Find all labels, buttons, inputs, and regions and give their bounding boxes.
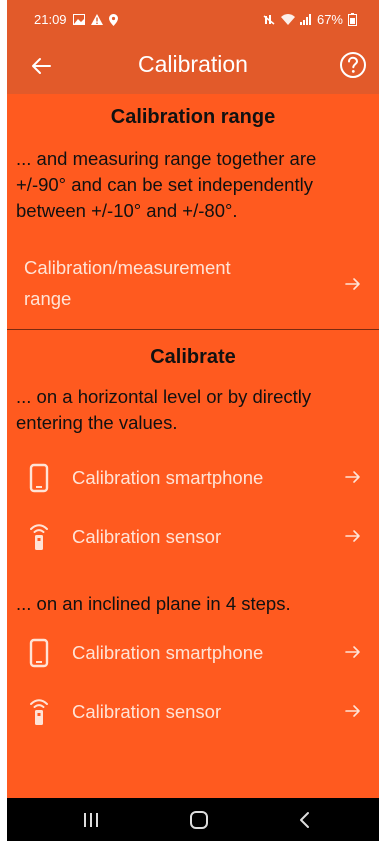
mute-icon xyxy=(263,15,275,25)
arrow-right-icon xyxy=(345,646,360,658)
app-frame: 21:09 67% Calibration Calibration range … xyxy=(7,0,379,841)
status-bar: 21:09 67% xyxy=(7,0,379,38)
smartphone-icon xyxy=(29,463,49,493)
warning-icon xyxy=(90,14,103,25)
inclined-calibration-smartphone-label: Calibration smartphone xyxy=(72,642,264,663)
horizontal-calibration-smartphone-label: Calibration smartphone xyxy=(72,467,264,488)
system-navigation-bar xyxy=(7,798,379,841)
section-divider xyxy=(7,329,379,330)
arrow-right-icon xyxy=(345,278,360,290)
gallery-icon xyxy=(72,14,85,25)
home-icon[interactable] xyxy=(187,808,211,832)
horizontal-calibration-sensor-link[interactable]: Calibration sensor xyxy=(7,510,379,566)
page-title: Calibration xyxy=(138,51,248,77)
inclined-plane-description: ... on an inclined plane in 4 steps. xyxy=(16,593,291,614)
wifi-icon xyxy=(280,14,295,25)
app-bar: Calibration xyxy=(7,38,379,94)
inclined-calibration-sensor-label: Calibration sensor xyxy=(72,701,222,722)
recent-apps-icon[interactable] xyxy=(79,808,103,832)
arrow-right-icon xyxy=(345,705,360,717)
arrow-right-icon xyxy=(345,471,360,483)
horizontal-level-description: ... on a horizontal level or by directly… xyxy=(16,386,312,433)
calibration-measurement-range-label-line2: range xyxy=(24,288,72,309)
inclined-calibration-sensor-link[interactable]: Calibration sensor xyxy=(7,685,379,741)
location-icon xyxy=(108,13,118,26)
calibrate-heading: Calibrate xyxy=(150,346,236,368)
inclined-calibration-smartphone-link[interactable]: Calibration smartphone xyxy=(7,626,379,682)
calibration-measurement-range-label-line1: Calibration/measurement xyxy=(24,257,231,278)
sensor-icon xyxy=(30,699,48,725)
smartphone-icon xyxy=(29,638,49,668)
help-icon[interactable] xyxy=(337,49,369,81)
status-time: 21:09 xyxy=(34,12,67,27)
sensor-icon xyxy=(30,524,48,550)
horizontal-calibration-sensor-label: Calibration sensor xyxy=(72,526,222,547)
arrow-right-icon xyxy=(345,530,360,542)
back-nav-icon[interactable] xyxy=(293,808,317,832)
calibration-range-heading: Calibration range xyxy=(110,106,276,128)
calibration-range-description: ... and measuring range together are +/-… xyxy=(16,148,317,221)
battery-percent: 67% xyxy=(316,12,343,27)
signal-icon xyxy=(299,14,311,25)
battery-icon xyxy=(348,13,357,26)
horizontal-calibration-smartphone-link[interactable]: Calibration smartphone xyxy=(7,451,379,507)
calibration-measurement-range-link[interactable]: Calibration/measurement range xyxy=(7,248,379,320)
content-area: Calibration range ... and measuring rang… xyxy=(7,94,379,798)
